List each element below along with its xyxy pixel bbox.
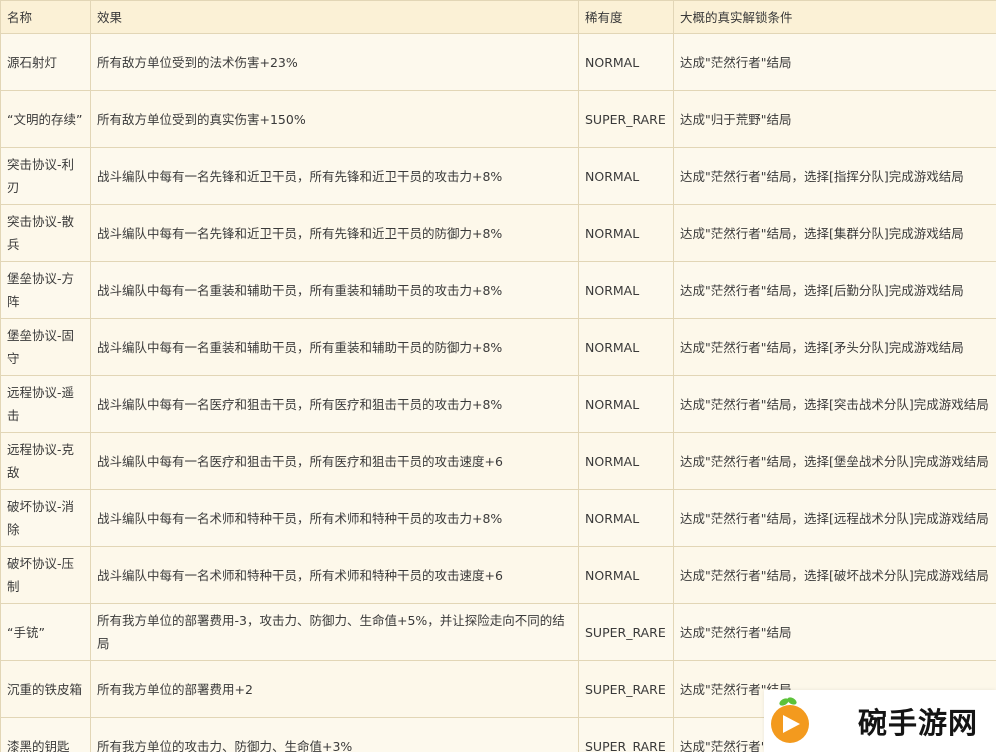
- cell-rarity: NORMAL: [578, 432, 674, 490]
- cell-unlock: 达成"茫然行者"结局: [673, 33, 996, 91]
- cell-name: 突击协议-利刃: [0, 147, 91, 205]
- cell-unlock: 达成"茫然行者"结局，选择[指挥分队]完成游戏结局: [673, 147, 996, 205]
- table-row: 破坏协议-压制 战斗编队中每有一名术师和特种干员，所有术师和特种干员的攻击速度+6…: [0, 546, 996, 604]
- cell-rarity: NORMAL: [578, 261, 674, 319]
- cell-name: 漆黑的钥匙: [0, 717, 91, 752]
- table-row: 堡垒协议-方阵 战斗编队中每有一名重装和辅助干员，所有重装和辅助干员的攻击力+8%…: [0, 261, 996, 319]
- table-row: 突击协议-利刃 战斗编队中每有一名先锋和近卫干员，所有先锋和近卫干员的攻击力+8%…: [0, 147, 996, 205]
- cell-rarity: SUPER_RARE: [578, 660, 674, 718]
- table-row: 堡垒协议-固守 战斗编队中每有一名重装和辅助干员，所有重装和辅助干员的防御力+8%…: [0, 318, 996, 376]
- cell-effect: 战斗编队中每有一名先锋和近卫干员，所有先锋和近卫干员的攻击力+8%: [90, 147, 579, 205]
- watermark-text: 碗手游网: [858, 706, 979, 740]
- cell-unlock: 达成"茫然行者"结局，选择[堡垒战术分队]完成游戏结局: [673, 432, 996, 490]
- header-effect: 效果: [90, 0, 579, 34]
- cell-rarity: NORMAL: [578, 318, 674, 376]
- table-row: 源石射灯 所有敌方单位受到的法术伤害+23% NORMAL 达成"茫然行者"结局: [0, 33, 996, 91]
- table-row: “手铳” 所有我方单位的部署费用-3，攻击力、防御力、生命值+5%，并让探险走向不…: [0, 603, 996, 661]
- cell-name: 堡垒协议-固守: [0, 318, 91, 376]
- cell-effect: 战斗编队中每有一名医疗和狙击干员，所有医疗和狙击干员的攻击速度+6: [90, 432, 579, 490]
- cell-name: “文明的存续”: [0, 90, 91, 148]
- cell-unlock: 达成"茫然行者"结局，选择[远程战术分队]完成游戏结局: [673, 489, 996, 547]
- cell-unlock: 达成"茫然行者"结局，选择[破坏战术分队]完成游戏结局: [673, 546, 996, 604]
- table-row: 远程协议-克敌 战斗编队中每有一名医疗和狙击干员，所有医疗和狙击干员的攻击速度+6…: [0, 432, 996, 490]
- cell-effect: 战斗编队中每有一名术师和特种干员，所有术师和特种干员的攻击速度+6: [90, 546, 579, 604]
- site-watermark: 碗手游网: [764, 690, 996, 752]
- header-unlock: 大概的真实解锁条件: [673, 0, 996, 34]
- relic-table: 名称 效果 稀有度 大概的真实解锁条件 源石射灯 所有敌方单位受到的法术伤害+23…: [0, 0, 996, 752]
- table-row: 远程协议-遥击 战斗编队中每有一名医疗和狙击干员，所有医疗和狙击干员的攻击力+8%…: [0, 375, 996, 433]
- cell-rarity: NORMAL: [578, 375, 674, 433]
- play-bowl-logo-icon: [764, 690, 826, 752]
- cell-name: 堡垒协议-方阵: [0, 261, 91, 319]
- cell-effect: 战斗编队中每有一名术师和特种干员，所有术师和特种干员的攻击力+8%: [90, 489, 579, 547]
- cell-name: 破坏协议-消除: [0, 489, 91, 547]
- table-row: 破坏协议-消除 战斗编队中每有一名术师和特种干员，所有术师和特种干员的攻击力+8%…: [0, 489, 996, 547]
- cell-unlock: 达成"归于荒野"结局: [673, 90, 996, 148]
- cell-name: 远程协议-克敌: [0, 432, 91, 490]
- cell-rarity: SUPER_RARE: [578, 717, 674, 752]
- table-row: “文明的存续” 所有敌方单位受到的真实伤害+150% SUPER_RARE 达成"归于…: [0, 90, 996, 148]
- table-row: 突击协议-散兵 战斗编队中每有一名先锋和近卫干员，所有先锋和近卫干员的防御力+8%…: [0, 204, 996, 262]
- cell-unlock: 达成"茫然行者"结局，选择[后勤分队]完成游戏结局: [673, 261, 996, 319]
- cell-rarity: SUPER_RARE: [578, 90, 674, 148]
- cell-unlock: 达成"茫然行者"结局，选择[集群分队]完成游戏结局: [673, 204, 996, 262]
- cell-effect: 所有我方单位的部署费用+2: [90, 660, 579, 718]
- cell-effect: 战斗编队中每有一名重装和辅助干员，所有重装和辅助干员的防御力+8%: [90, 318, 579, 376]
- cell-rarity: NORMAL: [578, 33, 674, 91]
- table-header-row: 名称 效果 稀有度 大概的真实解锁条件: [0, 0, 996, 34]
- cell-unlock: 达成"茫然行者"结局，选择[突击战术分队]完成游戏结局: [673, 375, 996, 433]
- cell-rarity: NORMAL: [578, 204, 674, 262]
- cell-unlock: 达成"茫然行者"结局: [673, 603, 996, 661]
- cell-effect: 所有敌方单位受到的法术伤害+23%: [90, 33, 579, 91]
- cell-effect: 战斗编队中每有一名重装和辅助干员，所有重装和辅助干员的攻击力+8%: [90, 261, 579, 319]
- header-name: 名称: [0, 0, 91, 34]
- cell-rarity: SUPER_RARE: [578, 603, 674, 661]
- cell-unlock: 达成"茫然行者"结局，选择[矛头分队]完成游戏结局: [673, 318, 996, 376]
- cell-name: 远程协议-遥击: [0, 375, 91, 433]
- cell-rarity: NORMAL: [578, 546, 674, 604]
- cell-name: 破坏协议-压制: [0, 546, 91, 604]
- cell-name: “手铳”: [0, 603, 91, 661]
- cell-name: 源石射灯: [0, 33, 91, 91]
- cell-effect: 战斗编队中每有一名先锋和近卫干员，所有先锋和近卫干员的防御力+8%: [90, 204, 579, 262]
- header-rarity: 稀有度: [578, 0, 674, 34]
- cell-effect: 所有我方单位的部署费用-3，攻击力、防御力、生命值+5%，并让探险走向不同的结局: [90, 603, 579, 661]
- cell-effect: 所有我方单位的攻击力、防御力、生命值+3%: [90, 717, 579, 752]
- cell-effect: 所有敌方单位受到的真实伤害+150%: [90, 90, 579, 148]
- cell-name: 突击协议-散兵: [0, 204, 91, 262]
- cell-name: 沉重的铁皮箱: [0, 660, 91, 718]
- cell-rarity: NORMAL: [578, 147, 674, 205]
- cell-effect: 战斗编队中每有一名医疗和狙击干员，所有医疗和狙击干员的攻击力+8%: [90, 375, 579, 433]
- cell-rarity: NORMAL: [578, 489, 674, 547]
